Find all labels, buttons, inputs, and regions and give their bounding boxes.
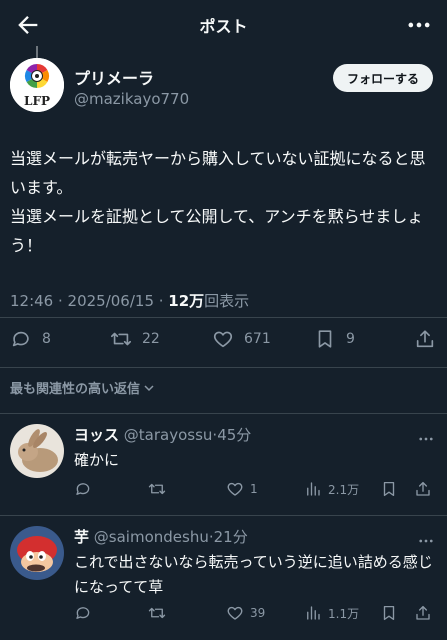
- reply-header: ヨッス @tarayossu·45分: [74, 424, 251, 445]
- reply-button[interactable]: 8: [10, 328, 51, 350]
- reply-author-name[interactable]: 芋: [74, 528, 89, 546]
- heart-icon: [227, 482, 243, 496]
- like-button[interactable]: 1: [226, 480, 258, 498]
- laliga-logo-icon: LFP: [10, 58, 64, 112]
- view-label: 回表示: [204, 292, 250, 310]
- views-count: 1.1万: [328, 606, 360, 621]
- like-count: 671: [244, 331, 271, 347]
- post-text: 当選メールが転売ヤーから購入していない証拠になると思います。 当選メールを証拠と…: [10, 149, 426, 255]
- share-icon: [416, 330, 434, 348]
- reply-sort-label: 最も関連性の高い返信: [10, 382, 141, 397]
- arrow-left-icon[interactable]: [14, 11, 42, 39]
- view-count: 12万: [168, 292, 205, 310]
- divider: [0, 317, 447, 318]
- repost-icon: [111, 332, 131, 346]
- avatar-logo-text: LFP: [24, 94, 50, 108]
- repost-icon: [148, 483, 166, 495]
- like-button[interactable]: 39: [226, 604, 265, 622]
- reply-icon: [76, 483, 90, 495]
- bookmark-button[interactable]: 9: [314, 328, 355, 350]
- repost-count: 22: [142, 331, 160, 347]
- reply-author-handle[interactable]: @saimondeshu: [94, 528, 209, 546]
- top-bar: ポスト: [0, 0, 447, 50]
- bookmark-button[interactable]: [380, 604, 404, 622]
- repost-button[interactable]: [148, 480, 172, 498]
- views-button[interactable]: 1.1万: [304, 604, 359, 622]
- chevron-down-icon: [144, 384, 154, 391]
- like-button[interactable]: 671: [212, 328, 271, 350]
- heart-icon: [213, 331, 233, 348]
- reply-count: 8: [42, 331, 51, 347]
- bookmark-icon: [318, 330, 332, 348]
- share-button[interactable]: [414, 480, 438, 498]
- more-horizontal-icon[interactable]: [417, 430, 435, 448]
- reply-header: 芋 @saimondeshu·21分: [74, 526, 248, 547]
- reply-actions: 39 1.1万: [74, 604, 435, 624]
- bookmark-icon: [383, 481, 395, 497]
- reply-author-name[interactable]: ヨッス: [74, 426, 119, 444]
- share-icon: [416, 605, 430, 620]
- share-icon: [416, 481, 430, 496]
- analytics-icon: [307, 606, 320, 620]
- author-name[interactable]: プリメーラ: [74, 65, 154, 89]
- thread-line: [36, 46, 38, 58]
- post-actions: 8 22 671 9: [10, 328, 437, 356]
- repost-icon: [148, 607, 166, 619]
- reply-text: 確かに: [74, 451, 120, 469]
- more-horizontal-icon[interactable]: [417, 532, 435, 550]
- author-handle[interactable]: @mazikayo770: [74, 90, 189, 108]
- reply-button[interactable]: [74, 604, 98, 622]
- views-button[interactable]: 2.1万: [304, 480, 359, 498]
- follow-button[interactable]: フォローする: [332, 64, 433, 92]
- reply-icon: [76, 607, 90, 619]
- reply-item[interactable]: ヨッス @tarayossu·45分 確かに 1 2.1万: [0, 414, 447, 514]
- reply-author-handle[interactable]: @tarayossu: [124, 426, 213, 444]
- views-count: 2.1万: [328, 482, 360, 497]
- post-timestamp[interactable]: 12:46 · 2025/06/15 ·: [10, 292, 168, 310]
- bookmark-count: 9: [346, 331, 355, 347]
- reply-sort-dropdown[interactable]: 最も関連性の高い返信: [10, 378, 155, 397]
- more-horizontal-icon[interactable]: [405, 11, 433, 39]
- reply-item[interactable]: 芋 @saimondeshu·21分 これで出さないなら転売っていう逆に追い詰め…: [0, 516, 447, 640]
- reply-text: これで出さないなら転売っていう逆に追い詰める感じになってて草: [74, 553, 433, 596]
- share-button[interactable]: [414, 604, 438, 622]
- reply-time[interactable]: 21分: [214, 528, 248, 546]
- like-count: 39: [250, 606, 266, 620]
- share-button[interactable]: [414, 328, 446, 350]
- reply-actions: 1 2.1万: [74, 480, 435, 500]
- bookmark-icon: [383, 605, 395, 621]
- reply-icon: [12, 331, 29, 347]
- page-title: ポスト: [199, 17, 248, 36]
- post-meta: 12:46 · 2025/06/15 · 12万回表示: [10, 290, 249, 311]
- rabbit-avatar-icon: [10, 424, 64, 478]
- post-author: LFP プリメーラ @mazikayo770 フォローする: [10, 58, 433, 118]
- reply-button[interactable]: [74, 480, 98, 498]
- analytics-icon: [307, 482, 320, 496]
- repost-button[interactable]: 22: [110, 328, 160, 350]
- heart-icon: [227, 606, 243, 620]
- avatar[interactable]: LFP: [10, 58, 64, 112]
- reply-time[interactable]: 45分: [217, 426, 251, 444]
- character-avatar-icon: [10, 526, 64, 580]
- like-count: 1: [250, 482, 258, 496]
- avatar[interactable]: [10, 424, 64, 478]
- repost-button[interactable]: [148, 604, 172, 622]
- avatar[interactable]: [10, 526, 64, 580]
- bookmark-button[interactable]: [380, 480, 404, 498]
- divider: [0, 367, 447, 368]
